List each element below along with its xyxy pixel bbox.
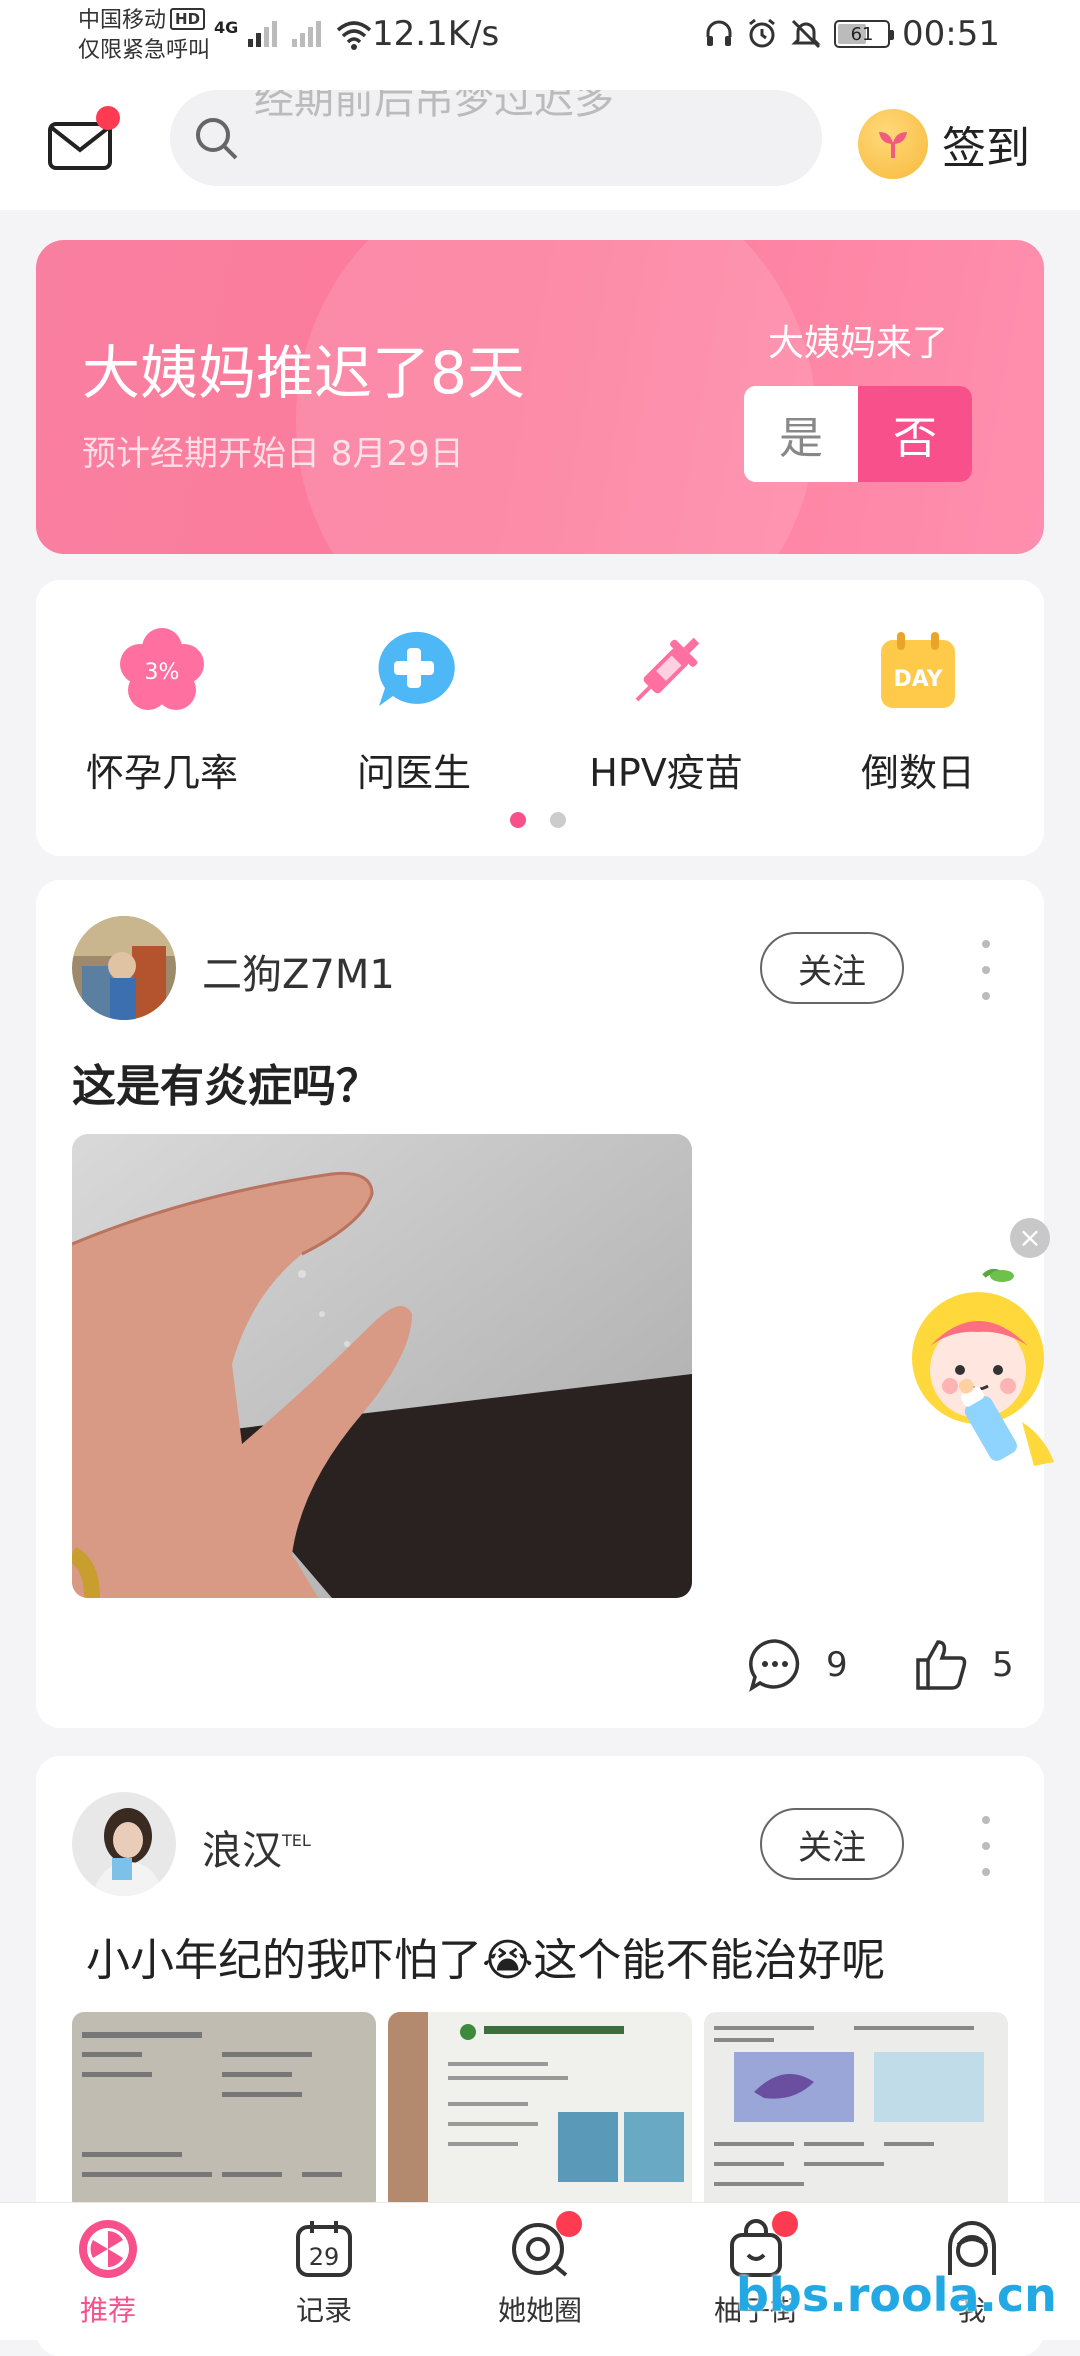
wifi-icon xyxy=(337,21,372,50)
carrier-name: 中国移动 xyxy=(78,8,167,33)
avatar[interactable] xyxy=(72,916,176,1020)
battery-percent: 61 xyxy=(850,23,874,45)
period-came-question: 大姨妈来了 xyxy=(767,323,948,364)
message-button[interactable] xyxy=(46,106,120,178)
search-bar[interactable]: 经期前后吊梦过迟多 xyxy=(170,90,822,186)
follow-button[interactable]: 关注 xyxy=(760,932,904,1004)
yes-no-toggle: 是 否 xyxy=(744,386,972,482)
follow-button[interactable]: 关注 xyxy=(760,1808,904,1880)
like-count: 5 xyxy=(992,1645,1014,1685)
search-placeholder: 经期前后吊梦过迟多 xyxy=(254,90,614,123)
tab-label: 记录 xyxy=(295,2294,352,2327)
calendar-icon: 29 xyxy=(292,2217,356,2281)
post-photo-grid xyxy=(72,2012,1008,2212)
svg-text:DAY: DAY xyxy=(893,667,943,692)
grapefruit-icon xyxy=(76,2217,140,2281)
like-stat[interactable]: 5 xyxy=(912,1636,1014,1694)
checkin-button[interactable]: 签到 xyxy=(858,102,1030,186)
checkin-coin-icon xyxy=(858,109,928,179)
more-options-icon[interactable] xyxy=(976,1816,996,1876)
carousel-dot xyxy=(550,812,566,828)
tab-community[interactable]: 她她圈 xyxy=(460,2211,620,2329)
tool-ask-doctor[interactable]: 问医生 xyxy=(294,626,534,797)
post-title: 这是有炎症吗？ xyxy=(72,1061,380,1112)
post-card[interactable]: 二狗Z7M1 关注 这是有炎症吗？ 9 5 xyxy=(36,880,1044,1728)
yes-button[interactable]: 是 xyxy=(744,386,858,482)
comment-stat[interactable]: 9 xyxy=(746,1636,848,1694)
headset-icon xyxy=(706,20,732,46)
tab-record[interactable]: 29 记录 xyxy=(244,2217,404,2329)
status-right: 61 00:51 xyxy=(704,14,1000,54)
post-username[interactable]: 浪汉TEL xyxy=(202,1818,311,1876)
svg-text:3%: 3% xyxy=(145,660,180,685)
tool-pregnancy-chance[interactable]: 3% 怀孕几率 xyxy=(42,626,282,797)
tools-carousel: 3% 怀孕几率 问医生 HPV疫苗 DAY 倒数日 xyxy=(36,580,1044,856)
pregnancy-flower-icon: 3% xyxy=(120,628,204,710)
carousel-dots xyxy=(510,812,566,828)
alarm-icon xyxy=(749,18,775,48)
tab-label: 她她圈 xyxy=(497,2294,582,2327)
comment-count: 9 xyxy=(826,1645,848,1685)
thumbs-up-icon xyxy=(916,1640,967,1690)
tool-label: 问医生 xyxy=(356,751,471,795)
network-indicators: 4G xyxy=(214,14,374,54)
tool-label: HPV疫苗 xyxy=(589,751,743,795)
comment-icon xyxy=(749,1639,800,1692)
unread-dot xyxy=(772,2211,798,2237)
post-photo[interactable] xyxy=(704,2012,1008,2212)
more-options-icon[interactable] xyxy=(976,940,996,1000)
tool-hpv-vaccine[interactable]: HPV疫苗 xyxy=(546,626,786,797)
expected-date: 预计经期开始日 8月29日 xyxy=(82,434,464,474)
post-username[interactable]: 二狗Z7M1 xyxy=(202,942,395,1000)
carousel-dot-active xyxy=(510,812,526,828)
post-photo[interactable] xyxy=(388,2012,692,2212)
network-type: 4G xyxy=(214,18,239,37)
tool-label: 倒数日 xyxy=(860,751,975,795)
doctor-chat-icon xyxy=(378,631,455,706)
syringe-icon xyxy=(635,637,700,702)
calendar-day-icon: DAY xyxy=(881,632,955,708)
mascot-floating-ad-icon[interactable] xyxy=(904,1266,1064,1476)
avatar[interactable] xyxy=(72,1792,176,1896)
search-icon xyxy=(196,118,238,160)
clock: 00:51 xyxy=(902,14,1000,54)
community-icon xyxy=(508,2211,582,2281)
top-header: 经期前后吊梦过迟多 签到 xyxy=(0,80,1080,210)
mute-icon xyxy=(791,19,821,49)
hd-badge: HD xyxy=(170,8,206,30)
period-status-card[interactable]: 大姨妈推迟了8天 预计经期开始日 8月29日 大姨妈来了 是 否 xyxy=(36,240,1044,554)
close-icon[interactable]: × xyxy=(1010,1218,1050,1258)
checkin-label: 签到 xyxy=(942,123,1030,174)
watermark: bbs.roola.cn xyxy=(736,2268,1057,2322)
no-button[interactable]: 否 xyxy=(858,386,972,482)
carrier-info: 中国移动 HD 仅限紧急呼叫 xyxy=(78,6,210,66)
net-speed: 12.1K/s xyxy=(372,14,500,54)
signal-icon xyxy=(248,21,278,47)
status-bar: 中国移动 HD 仅限紧急呼叫 4G 12.1K/s 61 00:51 xyxy=(0,0,1080,80)
tool-label: 怀孕几率 xyxy=(85,751,238,795)
signal-2-icon xyxy=(292,21,322,47)
svg-text:29: 29 xyxy=(309,2243,340,2271)
username-sup: TEL xyxy=(282,1831,311,1850)
tab-recommend[interactable]: 推荐 xyxy=(28,2217,188,2329)
unread-dot xyxy=(96,106,120,130)
post-photo[interactable] xyxy=(72,1134,692,1598)
tab-label: 推荐 xyxy=(79,2294,136,2327)
post-photo[interactable] xyxy=(72,2012,376,2212)
emergency-text: 仅限紧急呼叫 xyxy=(78,38,211,63)
unread-dot xyxy=(556,2211,582,2237)
tool-countdown[interactable]: DAY 倒数日 xyxy=(798,626,1038,797)
username-text: 浪汉 xyxy=(202,1828,282,1874)
post-title: 小小年纪的我吓怕了😭这个能不能治好呢 xyxy=(86,1935,886,1986)
period-delay-title: 大姨妈推迟了8天 xyxy=(82,339,525,407)
battery-icon: 61 xyxy=(834,20,895,48)
